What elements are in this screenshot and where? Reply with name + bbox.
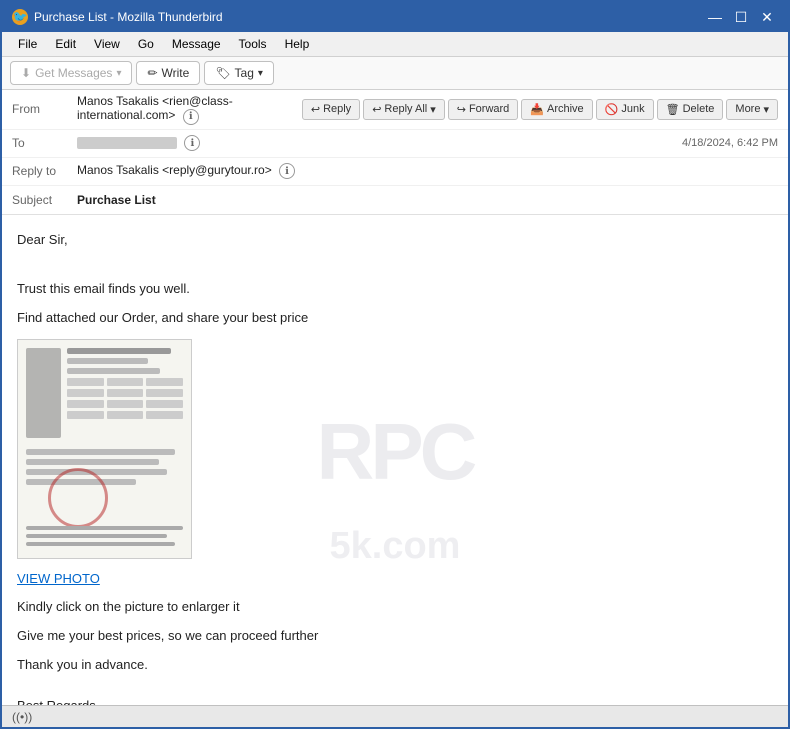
close-button[interactable]: ✕ — [756, 6, 778, 28]
doc-image-left — [26, 348, 61, 438]
from-value: Manos Tsakalis <rien@class-international… — [77, 94, 302, 125]
email-header: From Manos Tsakalis <rien@class-internat… — [2, 90, 788, 215]
archive-button[interactable]: 📥 Archive — [521, 99, 592, 120]
more-button[interactable]: More ▾ — [726, 99, 778, 120]
reply-all-button[interactable]: ↩ Reply All ▾ — [363, 99, 445, 120]
doc-lines-area — [67, 348, 183, 443]
menu-bar: File Edit View Go Message Tools Help — [2, 32, 788, 57]
junk-icon: 🚫 — [605, 103, 619, 116]
email-content: Dear Sir, Trust this email finds you wel… — [17, 230, 773, 706]
tag-icon: 🏷 — [215, 66, 230, 80]
doc-line-5 — [26, 459, 159, 465]
maximize-button[interactable]: ☐ — [730, 6, 752, 28]
sign-off: Best Regards, — [17, 696, 773, 705]
status-bar: ((•)) — [2, 705, 788, 727]
doc-line-1 — [67, 348, 171, 354]
email-body: RPC 5k.com Dear Sir, Trust this email fi… — [2, 215, 788, 706]
subject-row: Subject Purchase List — [2, 186, 788, 214]
body-line2: Find attached our Order, and share your … — [17, 308, 773, 329]
write-button[interactable]: ✏ Write — [136, 61, 200, 85]
body-line5: Thank you in advance. — [17, 655, 773, 676]
reply-to-value: Manos Tsakalis <reply@gurytour.ro> ℹ — [77, 163, 778, 180]
to-email-blurred — [77, 137, 177, 149]
doc-line-2 — [67, 358, 148, 364]
minimize-button[interactable]: — — [704, 6, 726, 28]
doc-table-row-4 — [67, 411, 183, 419]
signature: Best Regards, Manos Tsakalis P & C Manag… — [17, 696, 773, 705]
main-window: 🐦 Purchase List - Mozilla Thunderbird — … — [0, 0, 790, 729]
menu-go[interactable]: Go — [130, 34, 162, 54]
reply-button[interactable]: ↩ Reply — [302, 99, 360, 120]
to-row: To ℹ 4/18/2024, 6:42 PM — [2, 130, 788, 158]
title-bar: 🐦 Purchase List - Mozilla Thunderbird — … — [2, 2, 788, 32]
tag-arrow: ▾ — [258, 68, 263, 79]
menu-view[interactable]: View — [86, 34, 128, 54]
doc-table-row-1 — [67, 378, 183, 386]
doc-table-row-2 — [67, 389, 183, 397]
reply-all-icon: ↩ — [372, 103, 381, 116]
menu-help[interactable]: Help — [277, 34, 318, 54]
doc-line-3 — [67, 368, 160, 374]
tag-button[interactable]: 🏷 Tag ▾ — [204, 61, 274, 85]
from-contact-icon[interactable]: ℹ — [183, 109, 199, 125]
doc-line-4 — [26, 449, 175, 455]
email-action-buttons: ↩ Reply ↩ Reply All ▾ ↪ Forward 📥 Archiv… — [302, 99, 778, 120]
delete-button[interactable]: 🗑 Delete — [657, 99, 724, 120]
doc-footer-lines — [26, 526, 183, 550]
toolbar: ⬇ Get Messages ▾ ✏ Write 🏷 Tag ▾ — [2, 57, 788, 90]
archive-icon: 📥 — [530, 103, 544, 116]
to-label: To — [12, 136, 77, 150]
get-messages-icon: ⬇ — [21, 66, 31, 80]
app-icon: 🐦 — [12, 9, 28, 25]
wifi-icon: ((•)) — [12, 710, 32, 724]
menu-message[interactable]: Message — [164, 34, 229, 54]
body-line4: Give me your best prices, so we can proc… — [17, 626, 773, 647]
doc-stamp — [48, 468, 108, 528]
write-icon: ✏ — [147, 66, 157, 80]
reply-all-arrow: ▾ — [430, 103, 436, 116]
subject-value: Purchase List — [77, 193, 778, 207]
doc-preview-content — [18, 340, 191, 558]
delete-icon: 🗑 — [666, 103, 680, 116]
view-photo-link[interactable]: VIEW PHOTO — [17, 569, 773, 590]
attachment-preview[interactable] — [17, 339, 192, 559]
get-messages-arrow: ▾ — [116, 68, 121, 79]
forward-button[interactable]: ↪ Forward — [448, 99, 519, 120]
subject-label: Subject — [12, 193, 77, 207]
forward-icon: ↪ — [457, 103, 466, 116]
from-label: From — [12, 102, 77, 116]
body-line1: Trust this email finds you well. — [17, 279, 773, 300]
reply-to-row: Reply to Manos Tsakalis <reply@gurytour.… — [2, 158, 788, 186]
reply-to-contact-icon[interactable]: ℹ — [279, 163, 295, 179]
body-line3: Kindly click on the picture to enlarger … — [17, 597, 773, 618]
menu-edit[interactable]: Edit — [47, 34, 84, 54]
email-timestamp: 4/18/2024, 6:42 PM — [682, 137, 778, 149]
greeting: Dear Sir, — [17, 230, 773, 251]
title-bar-left: 🐦 Purchase List - Mozilla Thunderbird — [12, 9, 223, 25]
to-value: ℹ — [77, 135, 682, 152]
window-title: Purchase List - Mozilla Thunderbird — [34, 10, 223, 24]
from-row: From Manos Tsakalis <rien@class-internat… — [2, 90, 788, 130]
get-messages-button[interactable]: ⬇ Get Messages ▾ — [10, 61, 132, 85]
title-bar-controls: — ☐ ✕ — [704, 6, 778, 28]
doc-table-row-3 — [67, 400, 183, 408]
reply-to-label: Reply to — [12, 164, 77, 178]
menu-tools[interactable]: Tools — [231, 34, 275, 54]
menu-file[interactable]: File — [10, 34, 45, 54]
to-contact-icon[interactable]: ℹ — [184, 135, 200, 151]
more-arrow: ▾ — [763, 103, 769, 116]
junk-button[interactable]: 🚫 Junk — [596, 99, 654, 120]
reply-icon: ↩ — [311, 103, 320, 116]
